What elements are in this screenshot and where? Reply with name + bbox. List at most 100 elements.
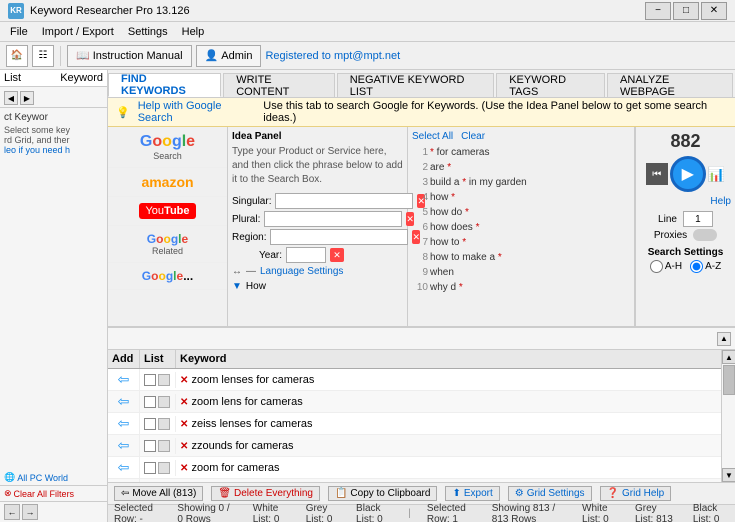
row-color-cell[interactable] [158,396,170,408]
move-all-button[interactable]: ⇦ Move All (813) [114,486,203,501]
scroll-down-arrow[interactable]: ▼ [722,468,735,482]
help-link-stats[interactable]: Help [710,196,731,207]
amazon-item[interactable]: amazon [108,168,227,197]
window-controls[interactable]: − □ ✕ [645,2,727,20]
all-pc-world-item[interactable]: 🌐 All PC World [0,470,107,485]
instruction-manual-button[interactable]: 📖 Instruction Manual [67,45,192,67]
status-bar: Selected Row: - Showing 0 / 0 Rows White… [108,504,735,522]
maximize-button[interactable]: □ [673,2,699,20]
showing-rows2: Showing 813 / 813 Rows [492,503,566,522]
proxies-toggle[interactable] [693,229,717,241]
radio-ah[interactable]: A-H [650,260,682,273]
singular-input[interactable] [275,193,413,209]
row-add-cell: ⇦ [108,391,140,412]
kw-item-9[interactable]: 9 when [412,265,630,280]
google-more-item[interactable]: Google... [108,263,227,290]
kw-item-6[interactable]: 6 how does * [412,220,630,235]
grey-list-count: Grey List: 0 [306,503,340,522]
scroll-up-arrow[interactable]: ▲ [722,350,735,364]
prev-button[interactable]: ⏮ [646,163,668,185]
line-input[interactable]: 1 [683,211,713,227]
table-row: ⇦ ✕ zoom lenses for cameras [108,369,721,391]
kw-item-5[interactable]: 5 how do * [412,205,630,220]
row-color-cell[interactable] [158,418,170,430]
app-icon: KR [8,3,24,19]
filter-icon: ⊗ [4,488,12,499]
row-keyword-cell: ✕ zoom for cameras [176,460,721,476]
copy-clipboard-button[interactable]: 📋 Copy to Clipboard [328,486,438,501]
file-menu[interactable]: File [4,25,34,39]
import-export-menu[interactable]: Import / Export [36,25,120,39]
remove-icon[interactable]: ✕ [180,375,188,386]
row-color-cell[interactable] [158,374,170,386]
add-arrow-icon[interactable]: ⇦ [118,459,130,476]
tab-analyze-webpage[interactable]: ANALYZE WEBPAGE [607,73,733,97]
google-related-item[interactable]: Google Related [108,226,227,263]
remove-icon[interactable]: ✕ [180,463,188,474]
play-button[interactable]: ▶ [670,156,706,192]
chart-icon: 📊 [708,166,725,183]
kw-item-8[interactable]: 8 how to make a * [412,250,630,265]
tab-keyword-tags[interactable]: KEYWORD TAGS [496,73,605,97]
row-checkbox[interactable] [144,440,156,452]
year-clear-button[interactable]: ✕ [330,248,344,262]
scroll-track[interactable] [722,364,735,468]
add-arrow-icon[interactable]: ⇦ [118,393,130,410]
sidebar-right-arrow[interactable]: ▶ [20,91,34,105]
add-arrow-icon[interactable]: ⇦ [118,371,130,388]
sidebar-icon-right[interactable]: → [22,504,38,520]
help-menu[interactable]: Help [176,25,211,39]
add-arrow-icon[interactable]: ⇦ [118,437,130,454]
admin-button[interactable]: 👤 Admin [196,45,262,67]
grid-scroll[interactable]: ⇦ ✕ zoom lenses for cameras ⇦ [108,369,721,482]
tab-negative-keyword[interactable]: NEGATIVE KEYWORD LIST [337,73,495,97]
tab-write-content[interactable]: WRITE CONTENT [223,73,335,97]
radio-az[interactable]: A-Z [690,260,721,273]
ct-keywords-link[interactable]: leo if you need h [0,145,107,159]
remove-icon[interactable]: ✕ [180,441,188,452]
grid-icon[interactable]: ☷ [32,45,54,67]
export-button[interactable]: ⬆ Export [445,486,499,501]
grid-scrollbar[interactable]: ▲ ▼ [721,350,735,482]
move-icon: ⇦ [121,488,129,499]
clear-all-filters-button[interactable]: ⊗ Clear All Filters [4,488,103,499]
language-settings-link[interactable]: Language Settings [260,266,343,277]
tab-find-keywords[interactable]: FIND KEYWORDS [108,73,221,97]
sidebar-left-arrow[interactable]: ◀ [4,91,18,105]
delete-everything-button[interactable]: 🗑 Delete Everything [211,486,320,501]
add-arrow-icon[interactable]: ⇦ [118,415,130,432]
kw-item-2[interactable]: 2 are * [412,160,630,175]
kw-item-3[interactable]: 3 build a * in my garden [412,175,630,190]
grid-settings-button[interactable]: ⚙ Grid Settings [508,486,592,501]
kw-item-4[interactable]: 4 how * [412,190,630,205]
year-input[interactable]: 2020 [286,247,326,263]
region-input[interactable] [270,229,408,245]
row-color-cell[interactable] [158,462,170,474]
grid-scroll-up[interactable]: ▲ [717,332,731,346]
row-checkbox[interactable] [144,396,156,408]
remove-icon[interactable]: ✕ [180,397,188,408]
remove-icon[interactable]: ✕ [180,419,188,430]
help-with-google-search-link[interactable]: Help with Google Search [138,100,256,124]
google-search-item[interactable]: Google Search [108,127,227,168]
close-button[interactable]: ✕ [701,2,727,20]
kw-item-7[interactable]: 7 how to * [412,235,630,250]
sidebar-icon-left[interactable]: ← [4,504,20,520]
minimize-button[interactable]: − [645,2,671,20]
grid-help-button[interactable]: ❓ Grid Help [600,486,672,501]
row-color-cell[interactable] [158,440,170,452]
plural-input[interactable] [264,211,402,227]
row-list-cell [140,394,176,410]
home-icon[interactable]: 🏠 [6,45,28,67]
kw-item-1[interactable]: 1 * for cameras [412,145,630,160]
person-icon: 👤 [205,49,219,62]
settings-menu[interactable]: Settings [122,25,174,39]
youtube-item[interactable]: YouTube [108,197,227,226]
clear-link[interactable]: Clear [461,131,485,142]
scroll-thumb[interactable] [723,365,735,395]
kw-item-10[interactable]: 10 why d * [412,280,630,295]
row-checkbox[interactable] [144,462,156,474]
row-checkbox[interactable] [144,418,156,430]
row-checkbox[interactable] [144,374,156,386]
select-all-link[interactable]: Select All [412,131,453,142]
